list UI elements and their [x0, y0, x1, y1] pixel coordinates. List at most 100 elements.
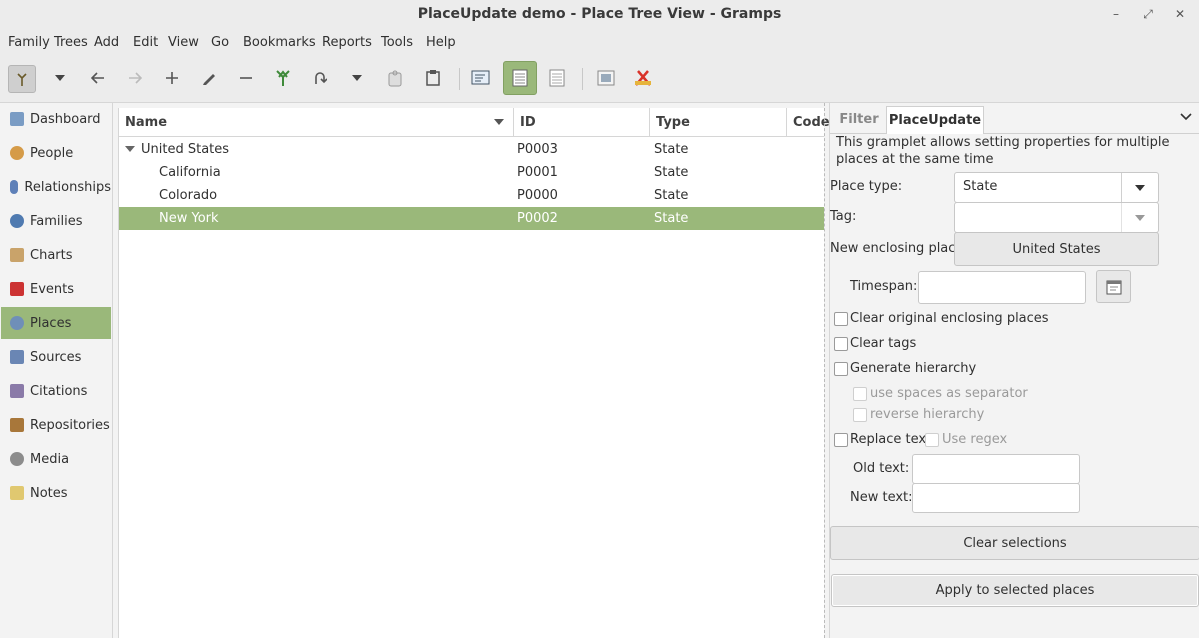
tab-filter[interactable]: Filter: [835, 106, 883, 133]
forward-arrow-icon[interactable]: [120, 63, 150, 93]
reverse-hierarchy-checkbox[interactable]: [853, 408, 867, 422]
place-tree-list: Name ID Type Code United States P0003 St…: [118, 108, 830, 638]
chevron-down-icon[interactable]: [1121, 173, 1158, 202]
window-title: PlaceUpdate demo - Place Tree View - Gra…: [417, 6, 782, 22]
family-tree-icon[interactable]: [8, 65, 36, 93]
generate-hierarchy-checkbox[interactable]: [834, 362, 848, 376]
sidebar-item-people[interactable]: People: [1, 137, 111, 169]
menu-help[interactable]: Help: [426, 35, 456, 50]
toolbar: [0, 56, 1199, 103]
tab-placeupdate[interactable]: PlaceUpdate: [886, 106, 984, 134]
menu-view[interactable]: View: [168, 35, 199, 50]
table-row[interactable]: Colorado P0000 State: [119, 184, 824, 207]
place-type-label: Place type:: [830, 179, 903, 194]
expander-icon[interactable]: [125, 146, 135, 152]
configure-view-icon[interactable]: [466, 63, 496, 93]
person-icon: [10, 146, 24, 160]
back-arrow-icon[interactable]: [83, 63, 113, 93]
minimize-icon[interactable]: –: [1107, 5, 1125, 23]
gramplet-tabs: Filter PlaceUpdate: [830, 103, 1199, 134]
sort-arrow-icon: [494, 119, 504, 125]
close-icon[interactable]: ✕: [1171, 5, 1189, 23]
enclosing-place-button[interactable]: United States: [954, 232, 1159, 266]
table-row[interactable]: California P0001 State: [119, 161, 824, 184]
old-text-input[interactable]: [912, 454, 1080, 484]
sidebar-item-notes[interactable]: Notes: [1, 477, 111, 509]
media-icon[interactable]: [591, 63, 621, 93]
clear-tags-label: Clear tags: [850, 336, 917, 351]
list-view-icon[interactable]: [542, 63, 572, 93]
gramplet-description: This gramplet allows setting properties …: [836, 135, 1170, 167]
sidebar-item-citations[interactable]: Citations: [1, 375, 111, 407]
title-bar: PlaceUpdate demo - Place Tree View - Gra…: [0, 0, 1199, 31]
place-type-combo[interactable]: State: [954, 172, 1159, 203]
remove-icon[interactable]: [231, 63, 261, 93]
sidebar-item-families[interactable]: Families: [1, 205, 111, 237]
tools-icon[interactable]: [628, 63, 658, 93]
use-regex-label: Use regex: [942, 432, 1008, 447]
sidebar-item-sources[interactable]: Sources: [1, 341, 111, 373]
column-header-type[interactable]: Type: [650, 108, 787, 137]
sidebar-item-events[interactable]: Events: [1, 273, 111, 305]
relationships-icon: [10, 180, 19, 194]
apply-button[interactable]: Apply to selected places: [831, 574, 1199, 607]
source-icon: [10, 350, 24, 364]
use-regex-checkbox[interactable]: [925, 433, 939, 447]
column-header-code[interactable]: Code: [787, 108, 830, 137]
menu-reports[interactable]: Reports: [322, 35, 372, 50]
tag-icon[interactable]: [380, 63, 410, 93]
table-row[interactable]: United States P0003 State: [119, 138, 824, 161]
navigator-sidebar: Dashboard People Relationships Families …: [0, 103, 113, 638]
sidebar-item-charts[interactable]: Charts: [1, 239, 111, 271]
sidebar-item-repositories[interactable]: Repositories: [1, 409, 111, 441]
chevron-down-icon[interactable]: [1180, 113, 1192, 121]
use-spaces-label: use spaces as separator: [870, 386, 1028, 401]
table-row-selected[interactable]: New York P0002 State: [119, 207, 824, 230]
merge-icon[interactable]: [268, 63, 298, 93]
date-editor-icon[interactable]: [1096, 270, 1131, 303]
old-text-label: Old text:: [853, 461, 910, 476]
sidebar-item-media[interactable]: Media: [1, 443, 111, 475]
clear-selections-button[interactable]: Clear selections: [830, 526, 1199, 560]
reverse-hierarchy-label: reverse hierarchy: [870, 407, 985, 422]
menu-add[interactable]: Add: [94, 35, 119, 50]
menu-bar: Family Trees Add Edit View Go Bookmarks …: [0, 30, 1199, 56]
sidebar-item-places[interactable]: Places: [1, 307, 111, 339]
clear-enclosing-label: Clear original enclosing places: [850, 311, 1049, 326]
tag-combo[interactable]: [954, 202, 1159, 233]
tree-view-icon[interactable]: [503, 61, 537, 95]
globe-icon: [10, 316, 24, 330]
menu-go[interactable]: Go: [211, 35, 229, 50]
add-icon[interactable]: [157, 63, 187, 93]
clear-tags-checkbox[interactable]: [834, 337, 848, 351]
clear-enclosing-checkbox[interactable]: [834, 312, 848, 326]
dropdown-icon[interactable]: [342, 63, 372, 93]
menu-edit[interactable]: Edit: [133, 35, 158, 50]
media-icon: [10, 452, 24, 466]
timespan-input[interactable]: [918, 271, 1086, 304]
dropdown-icon[interactable]: [45, 63, 75, 93]
sidebar-item-relationships[interactable]: Relationships: [1, 171, 111, 203]
note-icon: [10, 486, 24, 500]
new-text-input[interactable]: [912, 483, 1080, 513]
menu-tools[interactable]: Tools: [381, 35, 413, 50]
sidebar-item-dashboard[interactable]: Dashboard: [1, 103, 111, 135]
citation-icon: [10, 384, 24, 398]
tag-label: Tag:: [830, 209, 857, 224]
chart-icon: [10, 248, 24, 262]
restore-icon[interactable]: ⤢: [1139, 5, 1157, 23]
repository-icon: [10, 418, 24, 432]
edit-icon[interactable]: [194, 63, 224, 93]
chevron-down-icon[interactable]: [1121, 203, 1158, 232]
use-spaces-checkbox[interactable]: [853, 387, 867, 401]
calendar-icon: [10, 282, 24, 296]
replace-text-checkbox[interactable]: [834, 433, 848, 447]
generate-hierarchy-label: Generate hierarchy: [850, 361, 977, 376]
clipboard-icon[interactable]: [418, 63, 448, 93]
new-text-label: New text:: [850, 490, 913, 505]
column-header-name[interactable]: Name: [119, 108, 514, 137]
undo-icon[interactable]: [305, 63, 335, 93]
column-header-id[interactable]: ID: [514, 108, 650, 137]
menu-bookmarks[interactable]: Bookmarks: [243, 35, 316, 50]
menu-family-trees[interactable]: Family Trees: [8, 35, 88, 50]
